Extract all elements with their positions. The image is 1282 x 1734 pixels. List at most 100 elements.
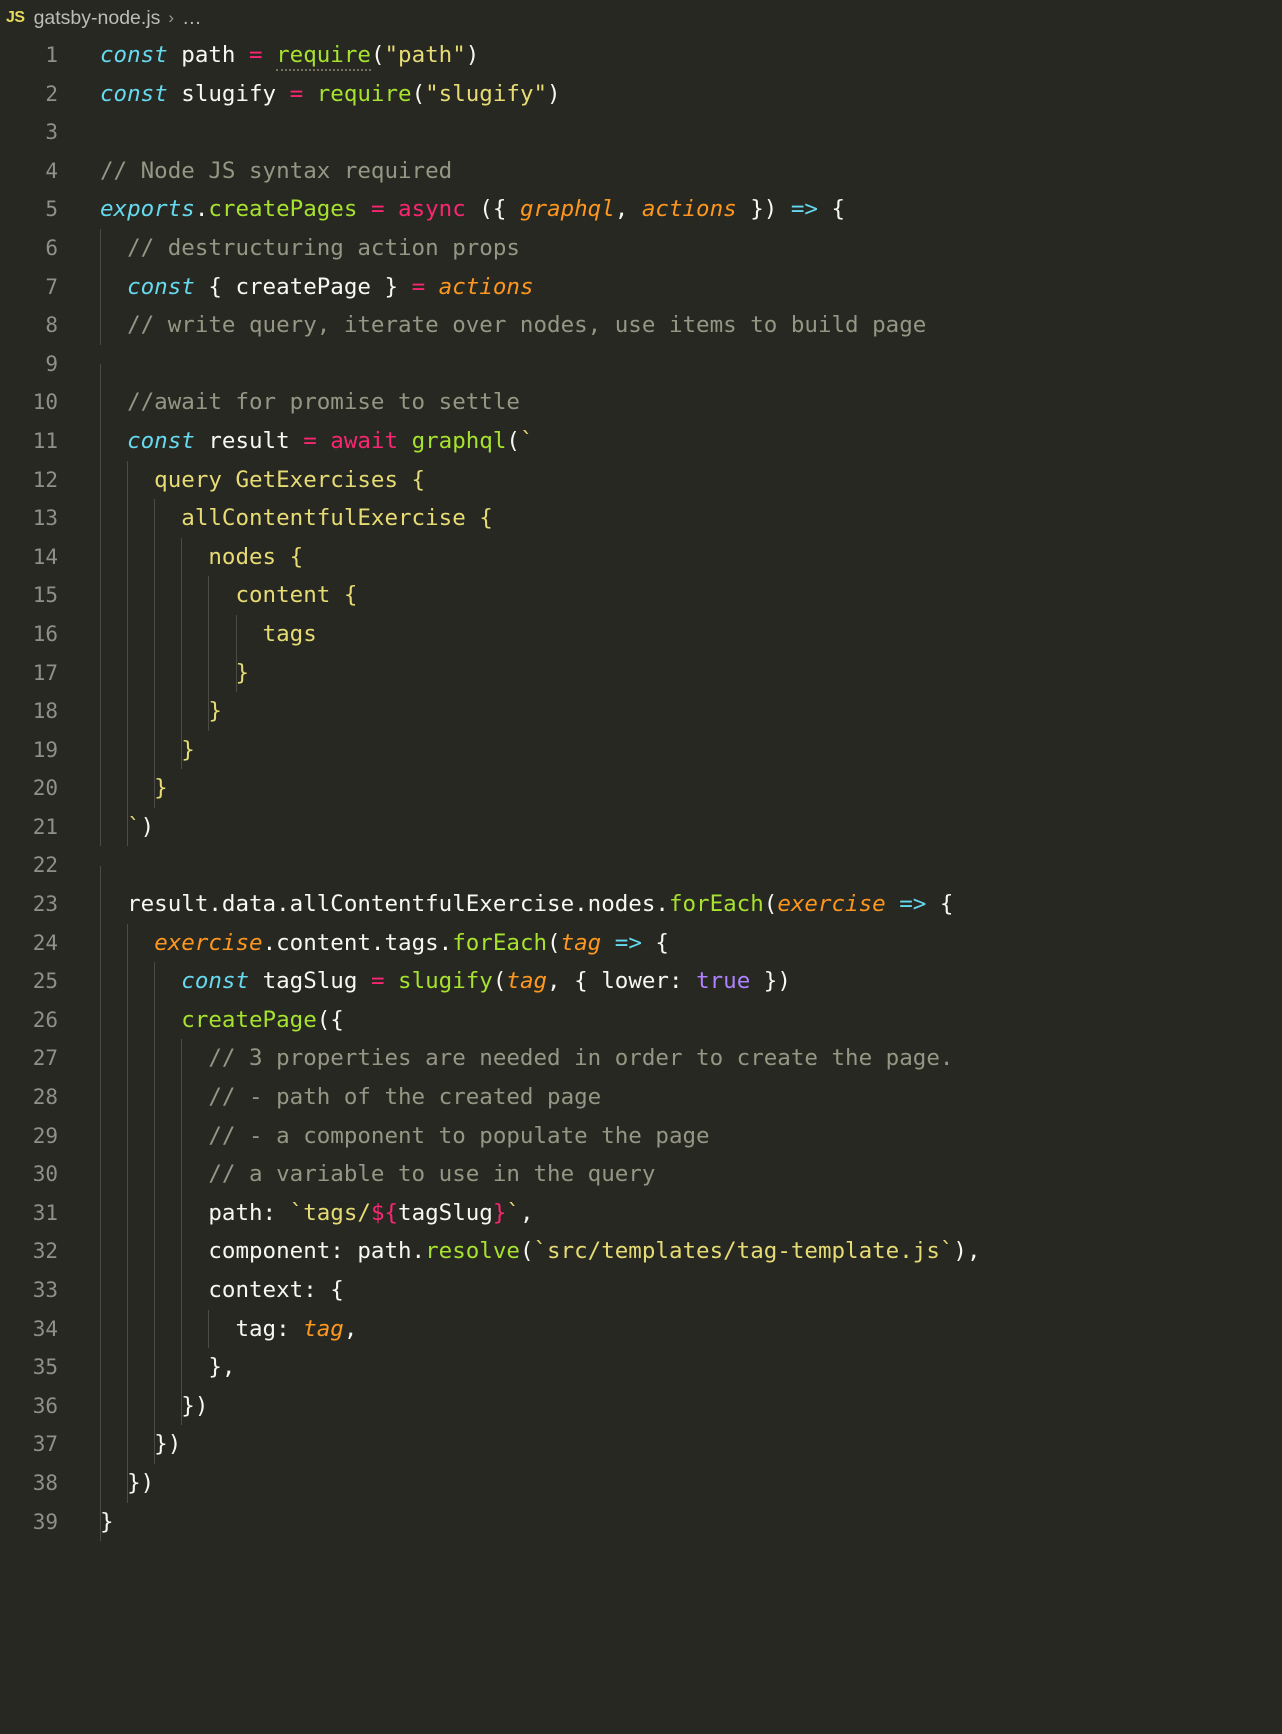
code-line[interactable]: 6 // destructuring action props (0, 228, 1282, 268)
code-line[interactable]: 16 tags (0, 614, 1282, 654)
code-line[interactable]: 36 }) (0, 1386, 1282, 1426)
line-content[interactable]: exercise.content.tags.forEach(tag => { (58, 923, 1282, 963)
line-content[interactable]: const { createPage } = actions (58, 267, 1282, 307)
code-line[interactable]: 32 component: path.resolve(`src/template… (0, 1232, 1282, 1271)
breadcrumb-symbol-ellipsis[interactable]: … (182, 7, 203, 30)
breadcrumb-file-name[interactable]: gatsby-node.js (34, 7, 161, 30)
line-content[interactable]: `) (58, 807, 1282, 847)
code-line[interactable]: 1 const path = require("path") (0, 36, 1282, 75)
code-line[interactable]: 5 exports.createPages = async ({ graphql,… (0, 190, 1282, 229)
code-line[interactable]: 13 allContentfulExercise { (0, 499, 1282, 538)
line-content[interactable]: // - path of the created page (58, 1078, 1282, 1117)
line-content[interactable]: nodes { (58, 537, 1282, 577)
code-line[interactable]: 14 nodes { (0, 537, 1282, 577)
line-content[interactable]: const tagSlug = slugify(tag, { lower: tr… (58, 962, 1282, 1001)
code-line[interactable]: 10 //await for promise to settle (0, 383, 1282, 422)
code-line[interactable]: 27 // 3 properties are needed in order t… (0, 1039, 1282, 1079)
code-line[interactable]: 8 // write query, iterate over nodes, us… (0, 306, 1282, 345)
line-content[interactable]: } (58, 653, 1282, 693)
indent-guide (127, 1116, 129, 1156)
code-line[interactable]: 38 }) (0, 1463, 1282, 1503)
code-line[interactable]: 18 } (0, 692, 1282, 731)
line-content[interactable]: //await for promise to settle (58, 383, 1282, 422)
code-line[interactable]: 11 const result = await graphql(` (0, 421, 1282, 461)
line-content[interactable]: // write query, iterate over nodes, use … (58, 306, 1282, 345)
code-line[interactable]: 26 createPage({ (0, 1000, 1282, 1040)
indent-guide (181, 1271, 183, 1310)
code-line[interactable]: 29 // - a component to populate the page (0, 1116, 1282, 1156)
line-content[interactable]: } (58, 1502, 1282, 1542)
code-line[interactable]: 19 } (0, 730, 1282, 770)
code-line[interactable]: 17 } (0, 653, 1282, 693)
code-line[interactable]: 24 exercise.content.tags.forEach(tag => … (0, 923, 1282, 963)
line-content[interactable]: } (58, 730, 1282, 770)
code-line[interactable]: 28 // - path of the created page (0, 1078, 1282, 1117)
line-content[interactable]: content { (58, 576, 1282, 615)
line-content[interactable]: path: `tags/${tagSlug}`, (58, 1193, 1282, 1233)
indent-guide (100, 537, 101, 577)
indent-guide (100, 1193, 101, 1233)
line-number: 25 (32, 969, 58, 994)
code-line[interactable]: 33 context: { (0, 1271, 1282, 1310)
line-content[interactable]: // - a component to populate the page (58, 1116, 1282, 1156)
breadcrumb[interactable]: JS gatsby-node.js › … (0, 0, 1282, 36)
code-line[interactable]: 25 const tagSlug = slugify(tag, { lower:… (0, 962, 1282, 1001)
code-line[interactable]: 23 result.data.allContentfulExercise.nod… (0, 885, 1282, 924)
line-content[interactable]: allContentfulExercise { (58, 499, 1282, 538)
line-content[interactable]: // a variable to use in the query (58, 1155, 1282, 1194)
line-content[interactable]: query GetExercises { (58, 460, 1282, 500)
indent-guide (208, 1309, 210, 1349)
code-line[interactable]: 7 const { createPage } = actions (0, 267, 1282, 307)
line-content[interactable]: const result = await graphql(` (58, 421, 1282, 461)
code-line[interactable]: 9 (0, 345, 1282, 403)
code-line[interactable]: 20 } (0, 769, 1282, 808)
code-token: exports (100, 196, 195, 223)
line-content[interactable]: // 3 properties are needed in order to c… (58, 1039, 1282, 1079)
code-line[interactable]: 12 query GetExercises { (0, 460, 1282, 500)
line-content[interactable]: const path = require("path") (58, 36, 1282, 75)
line-content[interactable]: exports.createPages = async ({ graphql, … (58, 190, 1282, 229)
line-content[interactable]: component: path.resolve(`src/templates/t… (58, 1232, 1282, 1271)
javascript-file-icon: JS (6, 9, 25, 26)
line-content[interactable]: } (58, 769, 1282, 808)
line-content[interactable]: }) (58, 1463, 1282, 1503)
code-line[interactable]: 37 }) (0, 1425, 1282, 1464)
code-token: ( (547, 929, 561, 956)
code-line[interactable]: 34 tag: tag, (0, 1309, 1282, 1349)
code-token: => (899, 891, 927, 918)
code-token: .content.tags. (262, 929, 453, 956)
code-token: await (330, 427, 399, 454)
line-content[interactable]: tag: tag, (58, 1309, 1282, 1349)
code-line[interactable]: 30 // a variable to use in the query (0, 1155, 1282, 1194)
code-line[interactable]: 3 (0, 113, 1282, 152)
code-line[interactable]: 2 const slugify = require("slugify") (0, 75, 1282, 114)
code-line[interactable]: 4 // Node JS syntax required (0, 152, 1282, 191)
indent-guide (127, 1386, 129, 1426)
code-line[interactable]: 15 content { (0, 576, 1282, 615)
line-content[interactable]: // destructuring action props (58, 228, 1282, 268)
code-token: => (614, 929, 642, 956)
code-line[interactable]: 31 path: `tags/${tagSlug}`, (0, 1193, 1282, 1233)
line-content[interactable]: }) (58, 1386, 1282, 1426)
line-content[interactable]: tags (58, 614, 1282, 654)
indent-guide (181, 1232, 183, 1271)
code-line[interactable]: 21 `) (0, 807, 1282, 847)
indent-guide (100, 1502, 101, 1542)
line-content[interactable]: createPage({ (58, 1000, 1282, 1040)
line-content[interactable]: result.data.allContentfulExercise.nodes.… (58, 885, 1282, 924)
indent-guide (208, 653, 210, 693)
code-line[interactable]: 39} (0, 1502, 1282, 1542)
line-content[interactable]: } (58, 692, 1282, 731)
line-content[interactable]: // Node JS syntax required (58, 152, 1282, 191)
code-content[interactable]: 1 const path = require("path") 2 const slug… (0, 36, 1282, 1542)
line-content[interactable]: }) (58, 1425, 1282, 1464)
code-token: resolve (425, 1238, 520, 1265)
line-number: 11 (32, 428, 58, 453)
code-line[interactable]: 22 (0, 846, 1282, 905)
line-content[interactable]: }, (58, 1348, 1282, 1387)
line-content[interactable]: context: { (58, 1271, 1282, 1310)
code-line[interactable]: 35 }, (0, 1348, 1282, 1387)
line-content[interactable]: const slugify = require("slugify") (58, 75, 1282, 114)
indent-guide (127, 537, 129, 577)
